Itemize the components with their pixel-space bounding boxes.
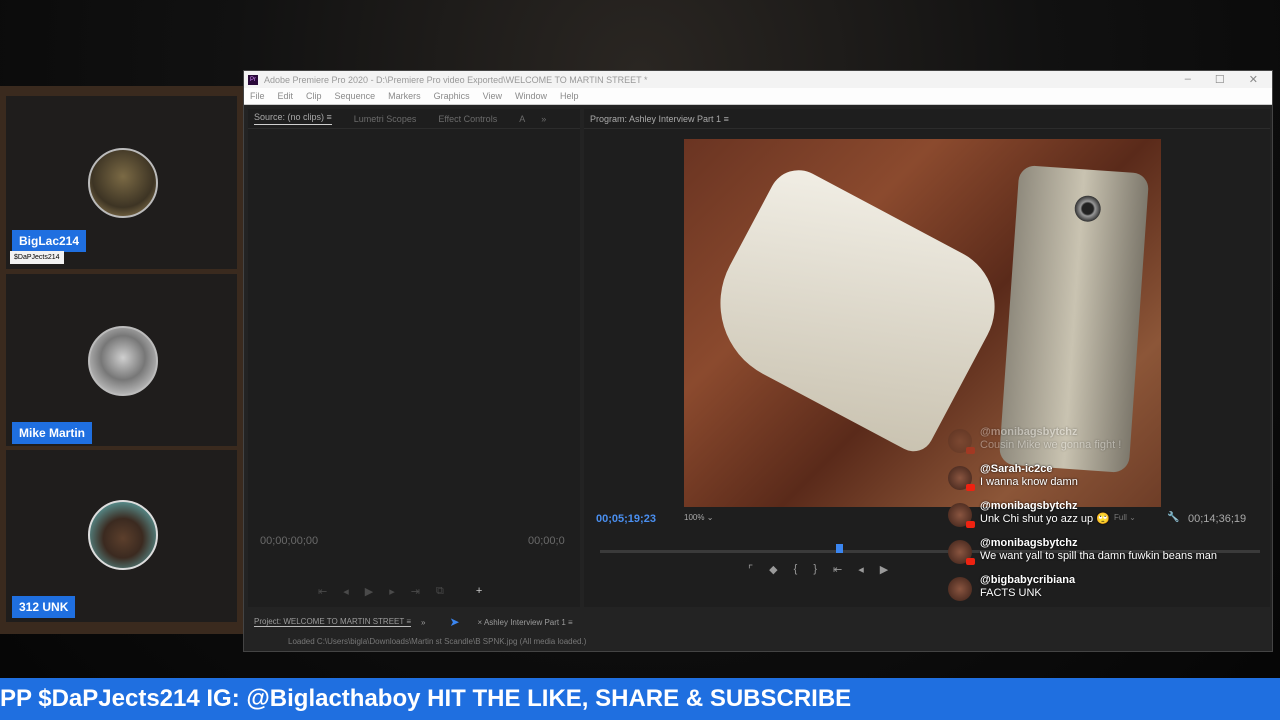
chat-message: @monibagsbytchz Cousin Mike we gonna figh…	[948, 426, 1266, 454]
program-transport: ⌜ ◆ { } ⇤ ◂ ▶	[748, 563, 888, 576]
menu-view[interactable]: View	[483, 91, 502, 101]
source-duration: 00;00;0	[528, 535, 565, 547]
close-icon[interactable]: ✕	[1249, 73, 1258, 86]
tab-sequence[interactable]: × Ashley Interview Part 1 ≡	[478, 618, 573, 627]
scrolling-ticker: PP $DaPJects214 IG: @Biglacthaboy HIT TH…	[0, 678, 1280, 720]
step-forward-icon[interactable]: ⇥	[411, 585, 420, 598]
zoom-select[interactable]: 100% ⌄	[684, 513, 713, 522]
participant-name: Mike Martin	[12, 422, 93, 444]
menu-graphics[interactable]: Graphics	[434, 91, 470, 101]
chat-message: @bigbabycribiana FACTS UNK	[948, 574, 1266, 601]
chat-text: Cousin Mike we gonna fight !	[980, 439, 1122, 451]
playhead[interactable]	[836, 544, 843, 553]
youtube-icon	[966, 558, 975, 565]
chat-message: @Sarah-ic2ce I wanna know damn	[948, 463, 1266, 491]
live-chat: @monibagsbytchz Cousin Mike we gonna figh…	[948, 426, 1266, 656]
mark-in-icon[interactable]: ⌜	[748, 563, 753, 576]
chat-username: @monibagsbytchz	[980, 426, 1078, 438]
video-content-shirt	[692, 159, 1016, 459]
tab-source[interactable]: Source: (no clips) ≡	[254, 112, 332, 125]
out-point-icon[interactable]: }	[813, 563, 817, 576]
avatar	[88, 326, 158, 396]
avatar	[948, 577, 972, 601]
chat-text: I wanna know damn	[980, 476, 1078, 488]
menu-markers[interactable]: Markers	[388, 91, 421, 101]
chat-message: @monibagsbytchz We want yall to spill tha…	[948, 537, 1266, 565]
selection-tool-icon[interactable]: ➤	[449, 615, 459, 629]
title-bar: Pr Adobe Premiere Pro 2020 - D:\Premiere…	[244, 71, 1272, 88]
avatar	[948, 503, 975, 528]
program-tabs: Program: Ashley Interview Part 1 ≡	[584, 109, 1270, 129]
menu-clip[interactable]: Clip	[306, 91, 322, 101]
tab-effect-controls[interactable]: Effect Controls	[438, 114, 497, 124]
play-icon[interactable]: ▶	[880, 563, 888, 576]
overflow-icon[interactable]: »	[541, 114, 546, 124]
participant-name: 312 UNK	[12, 596, 76, 618]
menu-file[interactable]: File	[250, 91, 265, 101]
chat-username: @monibagsbytchz	[980, 537, 1078, 549]
go-to-in-icon[interactable]: ⇤	[833, 563, 842, 576]
source-tabs: Source: (no clips) ≡ Lumetri Scopes Effe…	[248, 109, 580, 129]
window-title: Adobe Premiere Pro 2020 - D:\Premiere Pr…	[264, 74, 648, 85]
youtube-icon	[966, 521, 975, 528]
chat-message: @monibagsbytchz Unk Chi shut yo azz up 🙄	[948, 500, 1266, 528]
youtube-icon	[966, 484, 975, 491]
participant-name: BigLac214	[12, 230, 87, 252]
participant-tag: $DaPJects214	[10, 251, 64, 264]
source-timecode[interactable]: 00;00;00;00	[260, 535, 318, 547]
youtube-icon	[966, 447, 975, 454]
participant-tile[interactable]: 312 UNK	[6, 450, 237, 622]
camera-lens-icon	[1073, 194, 1102, 223]
chat-text: Unk Chi shut yo azz up 🙄	[980, 513, 1110, 525]
avatar	[88, 500, 158, 570]
menu-bar: File Edit Clip Sequence Markers Graphics…	[244, 88, 1272, 105]
menu-help[interactable]: Help	[560, 91, 579, 101]
add-button-icon[interactable]: +	[476, 585, 482, 598]
avatar	[948, 540, 975, 565]
next-frame-icon[interactable]: ▸	[389, 585, 395, 598]
menu-edit[interactable]: Edit	[278, 91, 294, 101]
tab-program[interactable]: Program: Ashley Interview Part 1 ≡	[590, 114, 729, 124]
chat-username: @Sarah-ic2ce	[980, 463, 1053, 475]
avatar	[88, 148, 158, 218]
play-icon[interactable]: ▶	[365, 585, 373, 598]
chat-text: FACTS UNK	[980, 587, 1042, 599]
chat-username: @monibagsbytchz	[980, 500, 1078, 512]
tab-audio[interactable]: A	[519, 114, 525, 124]
source-transport: ⇤ ◂ ▶ ▸ ⇥ ⧉ +	[318, 585, 482, 598]
minimize-icon[interactable]: –	[1185, 73, 1191, 86]
chat-text: We want yall to spill tha damn fuwkin be…	[980, 550, 1218, 562]
source-monitor: Source: (no clips) ≡ Lumetri Scopes Effe…	[248, 109, 580, 607]
insert-icon[interactable]: ⧉	[436, 585, 444, 598]
in-point-icon[interactable]: {	[794, 563, 798, 576]
participant-tile[interactable]: Mike Martin	[6, 274, 237, 446]
tab-project[interactable]: Project: WELCOME TO MARTIN STREET ≡	[254, 617, 411, 627]
avatar	[948, 429, 975, 454]
overflow-icon[interactable]: »	[421, 618, 425, 627]
premiere-logo-icon: Pr	[248, 74, 258, 85]
program-timecode[interactable]: 00;05;19;23	[596, 513, 656, 525]
marker-icon[interactable]: ◆	[769, 563, 777, 576]
avatar	[948, 466, 975, 491]
step-back-icon[interactable]: ⇤	[318, 585, 327, 598]
stream-scene: BigLac214 $DaPJects214 Mike Martin 312 U…	[0, 0, 1280, 720]
prev-frame-icon[interactable]: ◂	[343, 585, 349, 598]
menu-window[interactable]: Window	[515, 91, 547, 101]
menu-sequence[interactable]: Sequence	[335, 91, 376, 101]
chat-username: @bigbabycribiana	[980, 574, 1076, 586]
tab-lumetri-scopes[interactable]: Lumetri Scopes	[354, 114, 417, 124]
participant-tile[interactable]: BigLac214 $DaPJects214	[6, 96, 237, 269]
step-back-frame-icon[interactable]: ◂	[858, 563, 864, 576]
maximize-icon[interactable]: ☐	[1215, 73, 1225, 86]
